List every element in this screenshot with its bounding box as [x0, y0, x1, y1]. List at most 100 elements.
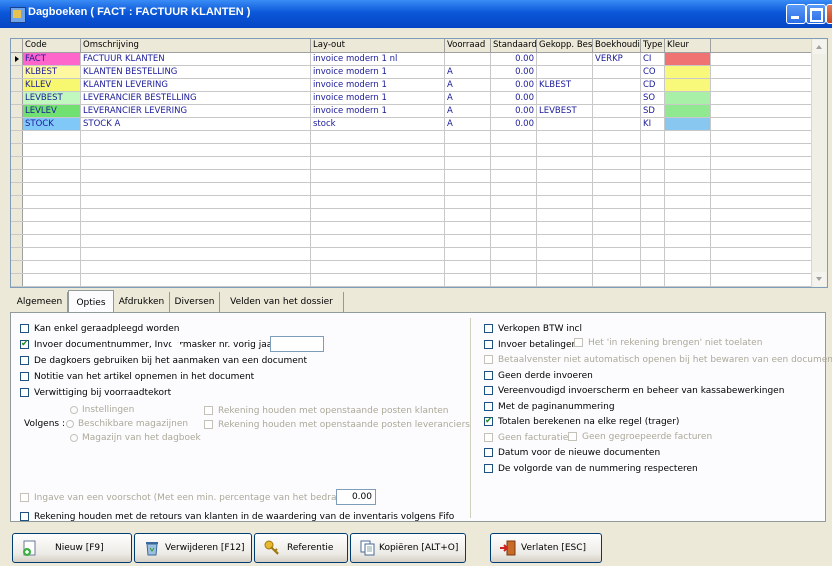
row-indicator[interactable]: [11, 261, 23, 273]
cell-code[interactable]: [23, 196, 81, 208]
cell-type[interactable]: [641, 235, 665, 247]
cell-layout[interactable]: [311, 196, 445, 208]
tab-opties[interactable]: Opties: [68, 290, 114, 313]
table-row[interactable]: [11, 170, 811, 183]
row-indicator[interactable]: [11, 118, 23, 130]
cell-code[interactable]: [23, 248, 81, 260]
col-header-kleur[interactable]: Kleur: [665, 39, 711, 52]
cell-standaard[interactable]: [491, 170, 537, 182]
grid-scrollbar[interactable]: [811, 39, 827, 287]
cell-omschrijving[interactable]: STOCK A: [81, 118, 311, 130]
cell-layout[interactable]: [311, 131, 445, 143]
cell-gekopp[interactable]: [537, 66, 593, 78]
cell-code[interactable]: [23, 209, 81, 221]
cell-layout[interactable]: invoice modern 1 nl: [311, 53, 445, 65]
cell-type[interactable]: [641, 248, 665, 260]
cell-standaard[interactable]: [491, 222, 537, 234]
cell-boekhoud[interactable]: [593, 79, 641, 91]
reference-button[interactable]: Referentie: [254, 533, 348, 563]
row-indicator[interactable]: [11, 66, 23, 78]
cell-code[interactable]: [23, 287, 81, 288]
cell-layout[interactable]: invoice modern 1: [311, 92, 445, 104]
cell-type[interactable]: [641, 274, 665, 286]
table-row[interactable]: STOCK STOCK Astock A 0.00 KI: [11, 118, 811, 131]
cell-boekhoud[interactable]: [593, 183, 641, 195]
cell-omschrijving[interactable]: [81, 222, 311, 234]
cell-layout[interactable]: [311, 209, 445, 221]
cell-gekopp[interactable]: [537, 222, 593, 234]
cell-gekopp[interactable]: LEVBEST: [537, 105, 593, 117]
cell-omschrijving[interactable]: [81, 248, 311, 260]
cell-code[interactable]: [23, 235, 81, 247]
cell-omschrijving[interactable]: LEVERANCIER BESTELLING: [81, 92, 311, 104]
cell-omschrijving[interactable]: KLANTEN LEVERING: [81, 79, 311, 91]
cell-gekopp[interactable]: [537, 209, 593, 221]
voorschot-input[interactable]: 0.00: [336, 489, 376, 505]
cell-omschrijving[interactable]: [81, 131, 311, 143]
cell-layout[interactable]: [311, 248, 445, 260]
cell-kleur[interactable]: [665, 222, 711, 234]
cell-boekhoud[interactable]: VERKP: [593, 53, 641, 65]
cell-kleur[interactable]: [665, 66, 711, 78]
cell-code[interactable]: FACT: [23, 53, 81, 65]
cell-gekopp[interactable]: [537, 92, 593, 104]
checkbox-icon[interactable]: [484, 324, 493, 333]
cell-kleur[interactable]: [665, 53, 711, 65]
cell-standaard[interactable]: [491, 261, 537, 273]
cell-gekopp[interactable]: [537, 274, 593, 286]
table-row[interactable]: KLBEST KLANTEN BESTELLING invoice modern 1…: [11, 66, 811, 79]
cell-type[interactable]: CD: [641, 79, 665, 91]
cell-omschrijving[interactable]: FACTUUR KLANTEN: [81, 53, 311, 65]
cell-code[interactable]: [23, 261, 81, 273]
tab-algemeen[interactable]: Algemeen: [12, 292, 68, 312]
cell-type[interactable]: CO: [641, 66, 665, 78]
cell-type[interactable]: [641, 170, 665, 182]
cell-voorraad[interactable]: A: [445, 105, 491, 117]
cell-boekhoud[interactable]: [593, 170, 641, 182]
journals-grid[interactable]: Code Omschrijving Lay-out Voorraad Stand…: [10, 38, 828, 288]
cell-gekopp[interactable]: [537, 261, 593, 273]
col-header-omschrijving[interactable]: Omschrijving: [81, 39, 311, 52]
cell-standaard[interactable]: [491, 144, 537, 156]
cell-voorraad[interactable]: A: [445, 79, 491, 91]
invoermasker-input[interactable]: [270, 336, 324, 352]
cell-omschrijving[interactable]: [81, 170, 311, 182]
cell-standaard[interactable]: [491, 235, 537, 247]
cell-kleur[interactable]: [665, 209, 711, 221]
cell-boekhoud[interactable]: [593, 235, 641, 247]
cell-standaard[interactable]: 0.00: [491, 118, 537, 130]
cell-kleur[interactable]: [665, 261, 711, 273]
cell-type[interactable]: [641, 261, 665, 273]
cell-boekhoud[interactable]: [593, 118, 641, 130]
cell-gekopp[interactable]: [537, 183, 593, 195]
cell-voorraad[interactable]: [445, 196, 491, 208]
checkbox-icon[interactable]: [20, 356, 29, 365]
cell-voorraad[interactable]: [445, 248, 491, 260]
cell-type[interactable]: [641, 209, 665, 221]
cell-type[interactable]: [641, 196, 665, 208]
copy-button[interactable]: Kopiëren [ALT+O]: [350, 533, 466, 563]
cell-boekhoud[interactable]: [593, 92, 641, 104]
cell-layout[interactable]: stock: [311, 118, 445, 130]
row-indicator[interactable]: [11, 183, 23, 195]
cell-omschrijving[interactable]: [81, 196, 311, 208]
cell-layout[interactable]: [311, 274, 445, 286]
table-row[interactable]: [11, 248, 811, 261]
row-indicator[interactable]: [11, 222, 23, 234]
row-indicator[interactable]: [11, 131, 23, 143]
cell-gekopp[interactable]: [537, 287, 593, 288]
title-bar[interactable]: Dagboeken ( FACT : FACTUUR KLANTEN ): [0, 0, 832, 28]
cell-boekhoud[interactable]: [593, 248, 641, 260]
row-indicator[interactable]: [11, 79, 23, 91]
cell-type[interactable]: SO: [641, 92, 665, 104]
cell-kleur[interactable]: [665, 274, 711, 286]
cell-type[interactable]: [641, 144, 665, 156]
checkbox-icon[interactable]: [484, 339, 493, 349]
cell-gekopp[interactable]: [537, 170, 593, 182]
checkbox-checked-icon[interactable]: [484, 415, 493, 427]
table-row[interactable]: [11, 196, 811, 209]
cell-code[interactable]: STOCK: [23, 118, 81, 130]
minimize-icon[interactable]: [786, 4, 806, 24]
cell-gekopp[interactable]: [537, 196, 593, 208]
cell-kleur[interactable]: [665, 131, 711, 143]
